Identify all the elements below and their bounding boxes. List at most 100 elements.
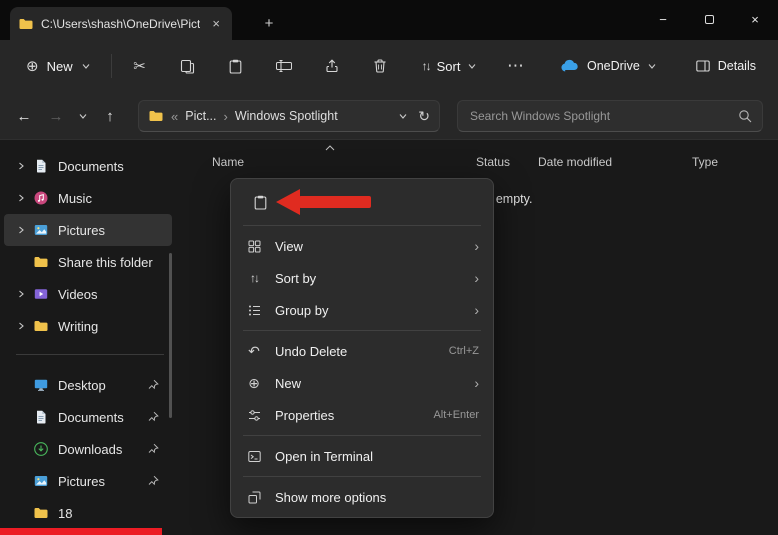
minimize-button[interactable]: − — [640, 0, 686, 38]
sort-direction-caret-icon — [324, 144, 336, 152]
shortcut-label: Alt+Enter — [433, 409, 479, 421]
cut-button[interactable]: ✂ — [120, 49, 160, 83]
up-button[interactable]: ↑ — [94, 100, 126, 132]
toolbar-divider — [111, 54, 112, 78]
address-dropdown-chevron-icon[interactable] — [398, 111, 408, 121]
submenu-chevron-icon: › — [474, 376, 479, 390]
details-button[interactable]: Details — [687, 52, 764, 80]
copy-button[interactable] — [168, 49, 208, 83]
paste-button-toolbar[interactable] — [216, 49, 256, 83]
menu-separator — [243, 225, 481, 226]
sort-button[interactable]: ↑↓ Sort — [412, 52, 488, 81]
chevron-right-icon[interactable] — [14, 321, 28, 331]
sidebar-scrollbar[interactable] — [169, 253, 172, 418]
new-tab-button[interactable]: + — [252, 7, 286, 40]
folder-icon — [148, 108, 164, 124]
breadcrumb-overflow[interactable]: « — [171, 109, 178, 124]
annotation-arrow-head — [276, 189, 300, 215]
document-icon — [32, 409, 50, 425]
pin-icon — [147, 379, 159, 391]
sidebar-item-documents[interactable]: Documents — [4, 150, 172, 182]
videos-icon — [32, 286, 50, 302]
delete-button[interactable] — [360, 49, 400, 83]
scissors-icon: ✂ — [133, 57, 146, 75]
sidebar-item-downloads[interactable]: Downloads — [4, 433, 172, 465]
maximize-button[interactable] — [686, 0, 732, 38]
menu-item-group-by[interactable]: Group by › — [235, 294, 489, 326]
shortcut-label: Ctrl+Z — [449, 345, 479, 357]
context-menu: View › ↑↓ Sort by › Group by › ↶ Undo De… — [230, 178, 494, 518]
column-header-name[interactable]: Name — [212, 155, 244, 169]
titlebar: C:\Users\shash\OneDrive\Pict × + − × — [0, 0, 778, 40]
tab-close-button[interactable]: × — [208, 16, 224, 31]
breadcrumb-current[interactable]: Windows Spotlight — [235, 109, 338, 123]
column-header-date-modified[interactable]: Date modified — [538, 155, 612, 169]
music-icon — [32, 190, 50, 206]
chevron-right-icon[interactable] — [14, 193, 28, 203]
close-button[interactable]: × — [732, 0, 778, 38]
menu-item-new[interactable]: ⊕ New › — [235, 367, 489, 399]
sidebar-item-documents-pinned[interactable]: Documents — [4, 401, 172, 433]
sidebar-item-pictures-pinned[interactable]: Pictures — [4, 465, 172, 497]
folder-icon — [18, 16, 34, 32]
column-header-status[interactable]: Status — [476, 155, 510, 169]
column-header-type[interactable]: Type — [692, 155, 718, 169]
search-input[interactable] — [468, 108, 738, 124]
chevron-right-icon[interactable] — [14, 225, 28, 235]
folder-icon — [32, 505, 50, 521]
chevron-down-icon — [467, 61, 477, 71]
menu-item-view[interactable]: View › — [235, 230, 489, 262]
explorer-tab[interactable]: C:\Users\shash\OneDrive\Pict × — [10, 7, 232, 40]
chevron-right-icon[interactable] — [14, 161, 28, 171]
document-icon — [32, 158, 50, 174]
menu-item-properties[interactable]: Properties Alt+Enter — [235, 399, 489, 431]
file-explorer-window: C:\Users\shash\OneDrive\Pict × + − × ⊕ N… — [0, 0, 778, 535]
clipboard-actions: ✂ — [120, 49, 400, 83]
rename-button[interactable] — [264, 49, 304, 83]
search-bar[interactable] — [457, 100, 763, 132]
chevron-right-icon[interactable] — [14, 289, 28, 299]
refresh-button[interactable]: ↻ — [418, 108, 430, 125]
menu-item-show-more-options[interactable]: Show more options — [235, 481, 489, 513]
sidebar-item-pictures[interactable]: Pictures — [4, 214, 172, 246]
sidebar-item-writing[interactable]: Writing — [4, 310, 172, 342]
sidebar: Documents Music Pictures Share this fold… — [0, 140, 176, 535]
pin-icon — [147, 411, 159, 423]
sidebar-item-18[interactable]: 18 — [4, 497, 172, 529]
menu-item-undo-delete[interactable]: ↶ Undo Delete Ctrl+Z — [235, 335, 489, 367]
command-bar: ⊕ New ✂ — [0, 40, 778, 92]
recent-locations-button[interactable] — [72, 100, 94, 132]
minimize-icon: − — [659, 12, 667, 27]
chevron-down-icon — [78, 111, 88, 121]
sidebar-item-share-this-folder[interactable]: Share this folder — [4, 246, 172, 278]
submenu-chevron-icon: › — [474, 271, 479, 285]
menu-item-sort-by[interactable]: ↑↓ Sort by › — [235, 262, 489, 294]
share-button[interactable] — [312, 49, 352, 83]
submenu-chevron-icon: › — [474, 303, 479, 317]
annotation-arrow-shaft — [299, 196, 371, 208]
onedrive-button[interactable]: OneDrive — [552, 53, 665, 79]
properties-sliders-icon — [244, 408, 264, 423]
address-bar[interactable]: « Pict... › Windows Spotlight ↻ — [138, 100, 440, 132]
sidebar-item-music[interactable]: Music — [4, 182, 172, 214]
onedrive-label: OneDrive — [587, 59, 640, 73]
pictures-icon — [32, 473, 50, 489]
new-button[interactable]: ⊕ New — [16, 52, 101, 81]
search-icon — [738, 109, 752, 123]
sidebar-item-desktop[interactable]: Desktop — [4, 369, 172, 401]
window-controls: − × — [640, 0, 778, 38]
desktop-icon — [32, 377, 50, 393]
forward-button[interactable]: → — [40, 100, 72, 132]
paste-button[interactable] — [241, 187, 279, 217]
more-options-button[interactable]: ⋯ — [497, 49, 533, 83]
menu-separator — [243, 476, 481, 477]
share-icon — [324, 58, 340, 74]
sidebar-item-videos[interactable]: Videos — [4, 278, 172, 310]
menu-item-open-in-terminal[interactable]: Open in Terminal — [235, 440, 489, 472]
breadcrumb-root[interactable]: Pict... — [185, 109, 216, 123]
chevron-down-icon — [647, 61, 657, 71]
back-button[interactable]: ← — [8, 100, 40, 132]
toolbar-right: OneDrive Details — [552, 40, 764, 92]
trash-icon — [372, 58, 388, 74]
view-grid-icon — [244, 239, 264, 254]
